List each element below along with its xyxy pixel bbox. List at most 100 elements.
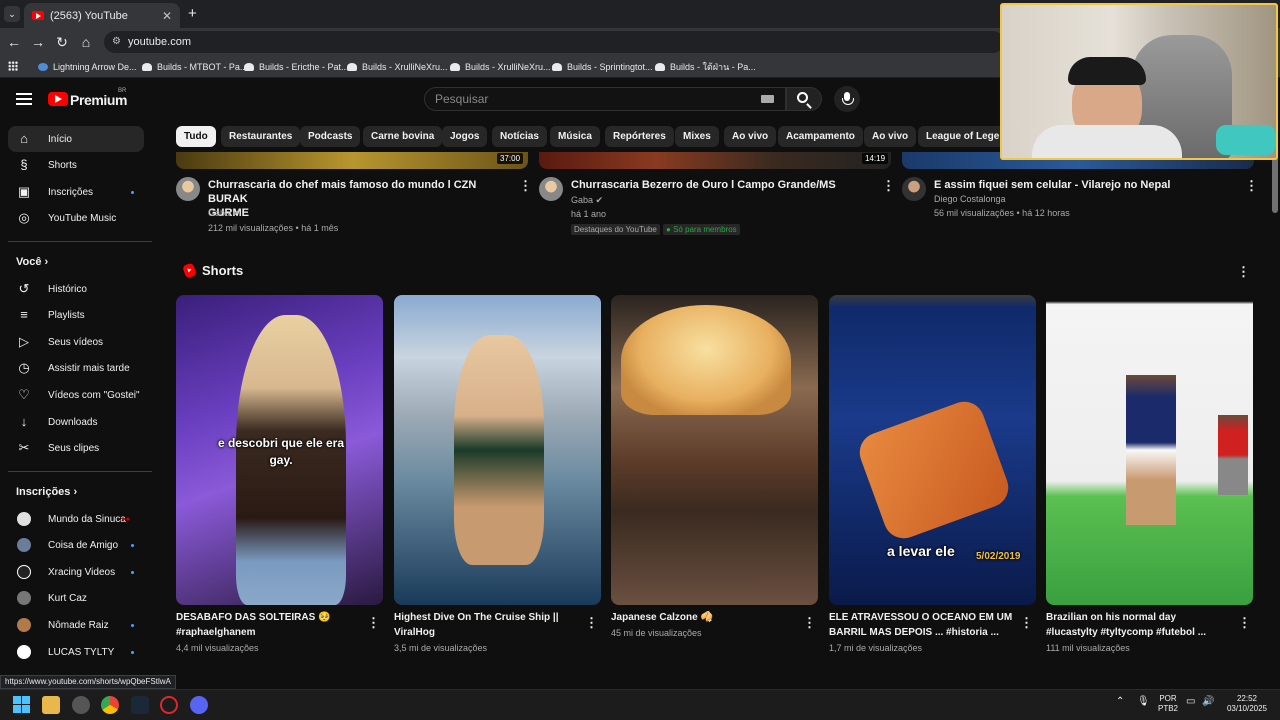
chip-ao-vivo-2[interactable]: Ao vivo (864, 126, 917, 147)
short-title[interactable]: Brazilian on his normal day #lucastylty #… (1046, 610, 1231, 640)
windows-start-icon[interactable] (13, 696, 30, 713)
sidebar-sub-lucas-tylty[interactable]: LUCAS TYLTY (8, 639, 144, 665)
settings-app-icon[interactable] (72, 696, 90, 714)
video-title[interactable]: E assim fiquei sem celular - Vilarejo no… (934, 178, 1234, 192)
menu-icon[interactable] (16, 93, 32, 105)
video-title[interactable]: Churrascaria do chef mais famoso do mund… (208, 178, 498, 220)
scrollbar-thumb[interactable] (1272, 155, 1278, 213)
chip-carne-bovina[interactable]: Carne bovina (363, 126, 443, 147)
sidebar-sub-kurt-caz[interactable]: Kurt Caz (8, 585, 144, 611)
short-title[interactable]: Highest Dive On The Cruise Ship || ViralH… (394, 610, 579, 640)
tab-search-button[interactable]: ⌄ (4, 6, 20, 22)
chip-reporteres[interactable]: Repórteres (605, 126, 674, 147)
short-title[interactable]: ELE ATRAVESSOU O OCEANO EM UM BARRIL MAS … (829, 610, 1014, 640)
short-thumbnail[interactable] (611, 295, 818, 605)
sidebar-sub-coisa-de-amigo[interactable]: Coisa de Amigo (8, 532, 144, 558)
bookmark-item[interactable]: Builds - MTBOT - Pa... (142, 58, 247, 75)
chip-restaurantes[interactable]: Restaurantes (221, 126, 301, 147)
bookmark-item[interactable]: Lightning Arrow De... (38, 58, 137, 75)
volume-icon[interactable]: 🔊 (1202, 697, 1214, 707)
chip-noticias[interactable]: Notícias (492, 126, 547, 147)
more-options-icon[interactable]: ⋮ (519, 178, 532, 194)
microphone-icon[interactable]: 🎙 (1137, 697, 1150, 707)
short-thumbnail[interactable] (1046, 295, 1253, 605)
chip-musica[interactable]: Música (550, 126, 600, 147)
sidebar-item-assistir-mais-tarde[interactable]: ◷ Assistir mais tarde (8, 355, 144, 381)
channel-avatar[interactable] (902, 177, 926, 201)
short-title[interactable]: Japanese Calzone 🥠 (611, 610, 796, 625)
short-title[interactable]: DESABAFO DAS SOLTEIRAS 🥺 #raphaelghanem (176, 610, 361, 640)
bookmark-item[interactable]: Builds - ใต้ฝ่าน - Pa... (655, 58, 756, 75)
bookmark-item[interactable]: Builds - Ericthe - Pat... (244, 58, 349, 75)
short-thumbnail[interactable]: a levar ele 5/02/2019 (829, 295, 1036, 605)
sidebar-item-historico[interactable]: ↺ Histórico (8, 276, 144, 302)
sidebar-item-seus-clipes[interactable]: ✂ Seus clipes (8, 435, 144, 461)
sidebar-heading-voce[interactable]: Você › (16, 256, 48, 268)
browser-tab[interactable]: (2563) YouTube ✕ (24, 3, 180, 28)
bookmark-item[interactable]: Builds - Sprintingtot... (552, 58, 653, 75)
sidebar-item-inicio[interactable]: ⌂ Início (8, 126, 144, 152)
more-options-icon[interactable]: ⋮ (1238, 615, 1251, 631)
language-indicator[interactable]: POR PTB2 (1156, 694, 1180, 714)
more-options-icon[interactable]: ⋮ (803, 615, 816, 631)
sidebar-sub-mundo-da-sinuca[interactable]: Mundo da Sinuca ●● (8, 506, 144, 532)
file-explorer-icon[interactable] (42, 696, 60, 714)
reload-icon[interactable]: ↻ (54, 34, 70, 51)
opera-icon[interactable] (160, 696, 178, 714)
chip-ao-vivo[interactable]: Ao vivo (724, 126, 777, 147)
chip-mixes[interactable]: Mixes (675, 126, 719, 147)
more-options-icon[interactable]: ⋮ (1237, 264, 1250, 280)
channel-name[interactable]: Diego Costalonga (934, 192, 1006, 207)
sidebar-item-youtube-music[interactable]: ◎ YouTube Music (8, 205, 144, 231)
search-input[interactable]: Pesquisar (424, 87, 786, 111)
logo-text[interactable]: Premium (70, 92, 128, 108)
sidebar-sub-xracing-videos[interactable]: Xracing Videos (8, 559, 144, 585)
video-title[interactable]: Churrascaria Bezerro de Ouro l Campo Gra… (571, 178, 871, 192)
short-thumbnail[interactable]: e descobri que ele era gay. (176, 295, 383, 605)
voice-search-icon[interactable] (834, 86, 860, 112)
steam-icon[interactable] (131, 696, 149, 714)
keyboard-icon[interactable] (761, 95, 774, 103)
home-icon[interactable]: ⌂ (78, 34, 94, 50)
short-thumbnail[interactable] (394, 295, 601, 605)
chrome-icon[interactable] (101, 696, 119, 714)
sidebar-item-videos-gostei[interactable]: ♡ Vídeos com "Gostei" (8, 382, 144, 408)
sidebar-item-shorts[interactable]: § Shorts (8, 152, 144, 178)
clock[interactable]: 22:52 03/10/2025 (1222, 694, 1272, 714)
more-options-icon[interactable]: ⋮ (585, 615, 598, 631)
show-hidden-icons[interactable]: ⌃ (1116, 697, 1124, 707)
channel-avatar[interactable] (176, 177, 200, 201)
more-options-icon[interactable]: ⋮ (367, 615, 380, 631)
channel-name[interactable]: Gaba ✔ (208, 206, 240, 221)
sidebar-item-downloads[interactable]: ↓ Downloads (8, 409, 144, 435)
forward-icon[interactable]: → (30, 34, 46, 50)
more-options-icon[interactable]: ⋮ (882, 178, 895, 194)
chip-tudo[interactable]: Tudo (176, 126, 216, 147)
sidebar-item-inscricoes[interactable]: ▣ Inscrições (8, 179, 144, 205)
close-tab-icon[interactable]: ✕ (162, 9, 172, 23)
new-tab-button[interactable]: + (188, 5, 197, 22)
youtube-logo-icon[interactable] (48, 92, 68, 106)
network-icon[interactable]: ▭ (1186, 697, 1195, 707)
video-thumbnail[interactable] (176, 152, 528, 169)
search-button[interactable] (786, 87, 822, 111)
chip-podcasts[interactable]: Podcasts (300, 126, 361, 147)
discord-icon[interactable] (190, 696, 208, 714)
sidebar-sub-nomade-raiz[interactable]: Nômade Raiz (8, 612, 144, 638)
channel-avatar[interactable] (539, 177, 563, 201)
video-thumbnail[interactable] (539, 152, 891, 169)
bookmark-item[interactable]: Builds - XrulliNeXru... (347, 58, 448, 75)
address-bar[interactable]: ⚙ youtube.com (104, 31, 1004, 53)
sidebar-heading-inscricoes[interactable]: Inscrições › (16, 486, 77, 498)
chip-jogos[interactable]: Jogos (442, 126, 488, 147)
bookmark-item[interactable]: Builds - XrulliNeXru... (450, 58, 551, 75)
sidebar-item-playlists[interactable]: ≡ Playlists (8, 302, 144, 328)
chip-acampamento[interactable]: Acampamento (778, 126, 863, 147)
more-options-icon[interactable]: ⋮ (1245, 178, 1258, 194)
sidebar-item-seus-videos[interactable]: ▷ Seus vídeos (8, 329, 144, 355)
apps-grid-icon[interactable] (8, 61, 18, 71)
back-icon[interactable]: ← (6, 34, 22, 50)
channel-name[interactable]: Gaba ✔ (571, 193, 603, 208)
more-options-icon[interactable]: ⋮ (1020, 615, 1033, 631)
site-info-icon[interactable]: ⚙ (112, 31, 121, 53)
